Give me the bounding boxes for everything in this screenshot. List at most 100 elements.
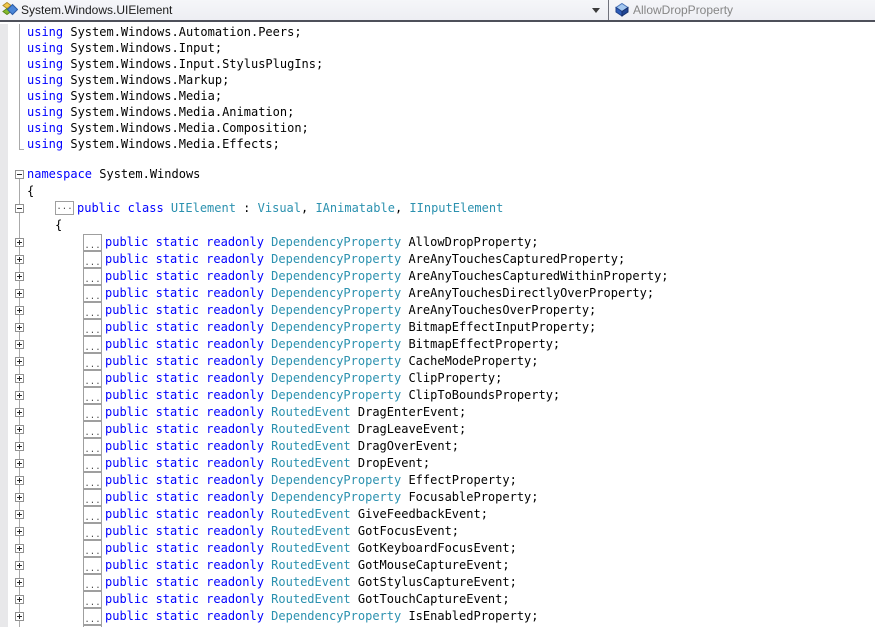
expand-icon[interactable] [15, 442, 24, 451]
editor-gutter [0, 166, 27, 183]
collapsed-region-box[interactable]: ... [83, 285, 102, 302]
member-dropdown[interactable]: AllowDropProperty [608, 0, 875, 20]
collapsed-region-box[interactable]: ... [83, 591, 102, 608]
namespace-reference: System.Windows.Media.Effects; [63, 137, 280, 151]
member-declaration-line: ...public static readonly DependencyProp… [0, 302, 875, 319]
type-dropdown-label: System.Windows.UIElement [21, 3, 173, 17]
keyword: public static readonly [105, 235, 272, 249]
keyword: public static readonly [105, 303, 272, 317]
expand-icon[interactable] [15, 408, 24, 417]
expand-icon[interactable] [15, 306, 24, 315]
collapsed-region-box[interactable]: ... [83, 302, 102, 319]
collapsed-region-box[interactable]: ... [83, 336, 102, 353]
code-text: ...public static readonly DependencyProp… [27, 472, 517, 489]
expand-icon[interactable] [15, 340, 24, 349]
expand-icon[interactable] [15, 544, 24, 553]
code-text: ... public static readonly RoutedEvent Go… [27, 574, 517, 591]
collapsed-region-box[interactable]: ... [83, 404, 102, 421]
collapsed-region-box[interactable]: ... [83, 489, 102, 506]
vs-metadata-view: { "navbar": { "type_dropdown": { "icon":… [0, 0, 875, 627]
field-icon [614, 2, 630, 18]
expand-icon[interactable] [15, 561, 24, 570]
editor-gutter [0, 438, 27, 455]
collapsed-region-box[interactable]: ... [83, 387, 102, 404]
chevron-down-icon[interactable] [592, 7, 600, 13]
member-name: GotMouseCaptureEvent; [350, 558, 510, 572]
collapsed-region-box[interactable]: ... [83, 319, 102, 336]
type-dropdown[interactable]: System.Windows.UIElement [0, 0, 608, 20]
editor-gutter [0, 540, 27, 557]
collapsed-region-box[interactable]: ... [83, 506, 102, 523]
editor-gutter [0, 302, 27, 319]
fold-region-line-end [19, 136, 24, 150]
expand-icon[interactable] [15, 578, 24, 587]
expand-icon[interactable] [15, 476, 24, 485]
code-text: { [27, 183, 34, 200]
using-directive-line: using System.Windows.Markup; [0, 72, 875, 88]
member-type: DependencyProperty [271, 286, 402, 300]
code-text: ... public static readonly RoutedEvent Gi… [27, 506, 488, 523]
member-declaration-line: ...public static readonly DependencyProp… [0, 489, 875, 506]
code-text: using System.Windows.Input.StylusPlugIns… [27, 56, 323, 72]
expand-icon[interactable] [15, 374, 24, 383]
member-name: DragEnterEvent; [350, 405, 467, 419]
keyword: public static readonly [105, 439, 272, 453]
collapsed-region-box[interactable]: ... [83, 370, 102, 387]
editor-gutter [0, 506, 27, 523]
expand-icon[interactable] [15, 527, 24, 536]
collapsed-region-box[interactable]: ... [83, 251, 102, 268]
expand-icon[interactable] [15, 425, 24, 434]
collapsed-region-box[interactable]: ... [83, 472, 102, 489]
expand-icon[interactable] [15, 612, 24, 621]
code-editor[interactable]: using System.Windows.Automation.Peers; us… [0, 22, 875, 627]
collapse-icon[interactable] [15, 204, 24, 213]
member-declaration-line: ...public static readonly DependencyProp… [0, 387, 875, 404]
editor-gutter [0, 557, 27, 574]
keyword: public static readonly [105, 388, 272, 402]
editor-gutter [0, 574, 27, 591]
expand-icon[interactable] [15, 323, 24, 332]
collapsed-region-box[interactable]: ... [83, 540, 102, 557]
expand-icon[interactable] [15, 238, 24, 247]
collapsed-region-box[interactable]: ... [83, 268, 102, 285]
collapsed-region-box[interactable]: ... [83, 438, 102, 455]
collapsed-region-box[interactable]: ... [83, 608, 102, 625]
expand-icon[interactable] [15, 493, 24, 502]
open-brace-line: { [0, 183, 875, 200]
code-text: ...public static readonly DependencyProp… [27, 387, 560, 404]
collapsed-region-box[interactable]: ... [83, 421, 102, 438]
keyword: using [27, 57, 64, 71]
namespace-reference: System.Windows.Media.Composition; [63, 121, 309, 135]
expand-icon[interactable] [15, 459, 24, 468]
expand-icon[interactable] [15, 289, 24, 298]
member-declaration-line: ... public static readonly RoutedEvent Go… [0, 574, 875, 591]
namespace-reference: System.Windows.Input.StylusPlugIns; [63, 57, 324, 71]
expand-icon[interactable] [15, 595, 24, 604]
collapsed-region-box[interactable]: ... [83, 353, 102, 370]
keyword: public static readonly [105, 422, 272, 436]
collapsed-region-box[interactable]: ... [83, 455, 102, 472]
editor-gutter [0, 136, 27, 152]
collapsed-region-box[interactable]: ... [83, 523, 102, 540]
member-type: DependencyProperty [271, 337, 402, 351]
using-directive-line: using System.Windows.Input; [0, 40, 875, 56]
member-type: RoutedEvent [271, 439, 351, 453]
collapsed-region-box[interactable]: ... [83, 574, 102, 591]
expand-icon[interactable] [15, 510, 24, 519]
member-type: DependencyProperty [271, 609, 402, 623]
collapse-icon[interactable] [15, 170, 24, 179]
keyword: public static readonly [105, 609, 272, 623]
editor-gutter [0, 285, 27, 302]
member-type: RoutedEvent [271, 405, 351, 419]
editor-gutter [0, 152, 27, 166]
collapsed-region-box[interactable]: ... [83, 234, 102, 251]
expand-icon[interactable] [15, 255, 24, 264]
collapsed-region-box[interactable]: ... [55, 201, 74, 215]
expand-icon[interactable] [15, 357, 24, 366]
collapsed-region-box[interactable]: ... [83, 557, 102, 574]
editor-gutter [0, 40, 27, 56]
expand-icon[interactable] [15, 391, 24, 400]
expand-icon[interactable] [15, 272, 24, 281]
editor-gutter [0, 455, 27, 472]
member-name: GotTouchCaptureEvent; [350, 592, 510, 606]
